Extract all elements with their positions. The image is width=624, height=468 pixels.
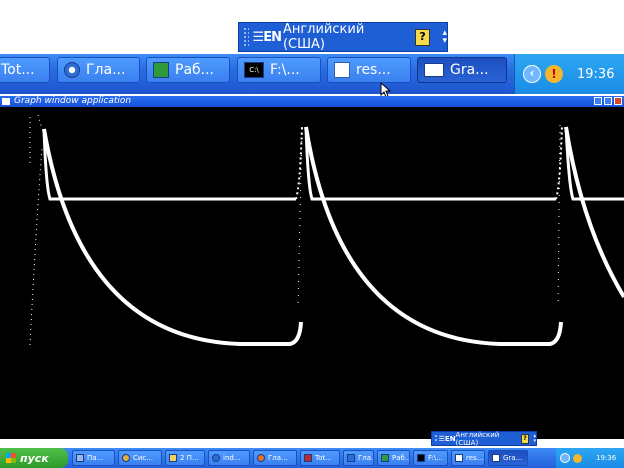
taskbar-button-label: Гла... <box>86 62 126 78</box>
taskbar-button-label: 2 П... <box>180 454 199 462</box>
taskbar-button-label: ind... <box>223 454 241 462</box>
taskbar-button-label: Tot... <box>1 62 35 78</box>
graph-window-titlebar[interactable]: Graph window application <box>0 96 624 107</box>
taskbar-button[interactable]: ind... <box>208 450 250 466</box>
taskbar-button[interactable]: Tot... <box>300 450 340 466</box>
taskbar-button-label: res... <box>466 454 484 462</box>
folder-icon <box>76 454 84 462</box>
taskbar-button-label: F:\... <box>270 62 300 78</box>
language-label[interactable]: Английский (США) <box>283 22 401 52</box>
language-label[interactable]: Английский (США) <box>456 431 516 447</box>
excel-icon <box>381 454 389 462</box>
maximize-button[interactable] <box>604 97 612 105</box>
taskbar-button[interactable]: F:\... <box>413 450 448 466</box>
windows-logo-icon <box>6 453 16 463</box>
taskbar-button-label: Сис... <box>133 454 153 462</box>
clock[interactable]: 19:36 <box>596 454 616 462</box>
en-indicator: ☰EN <box>252 29 282 45</box>
console-icon <box>417 454 425 462</box>
taskbar-button[interactable]: res... <box>451 450 485 466</box>
taskbar-button-label: Gra... <box>503 454 523 462</box>
console-icon: C:\ <box>244 62 264 78</box>
start-button[interactable]: пуск <box>0 448 68 468</box>
taskbar-button[interactable]: Гла... <box>343 450 374 466</box>
waveform-trace <box>29 114 624 346</box>
browser-icon <box>347 454 355 462</box>
security-alert-icon[interactable]: ! <box>545 65 563 83</box>
taskbar-button-graph[interactable]: Gra... <box>417 57 507 83</box>
language-bar[interactable]: ☰EN Английский (США) ? ▴ ▾ <box>238 22 448 52</box>
taskbar-button[interactable]: Gra... <box>488 450 528 466</box>
taskbar-button[interactable]: Раб... <box>377 450 410 466</box>
word-icon <box>334 62 350 78</box>
window-app-icon <box>2 98 10 105</box>
taskbar-button-label: Tot... <box>315 454 332 462</box>
taskbar-button[interactable]: 2 П... <box>165 450 205 466</box>
taskbar-button-label: Gra... <box>450 62 489 78</box>
taskbar-button-label: res... <box>356 62 391 78</box>
taskbar-button[interactable]: Гла... <box>253 450 297 466</box>
close-button[interactable] <box>614 97 622 105</box>
folder-group-icon <box>169 454 177 462</box>
chevron-icon[interactable]: ▴ ▾ <box>533 433 536 444</box>
taskbar-button-browser[interactable]: Гла... <box>57 57 140 83</box>
taskbar-button-console[interactable]: C:\ F:\... <box>237 57 321 83</box>
grip-handle[interactable] <box>243 27 249 47</box>
taskbar-bottom: пуск Па... Сис... 2 П... ind... Гла... T… <box>0 448 624 468</box>
taskbar-button-label: Раб... <box>392 454 410 462</box>
taskbar-button-total[interactable]: Tot... <box>0 57 50 83</box>
browser-icon <box>212 454 220 462</box>
taskbar-button-label: Па... <box>87 454 104 462</box>
taskbar-button-label: F:\... <box>428 454 443 462</box>
taskbar-button-label: Гла... <box>268 454 288 462</box>
language-bar-bottom[interactable]: ☰EN Английский (США) ? ▴ ▾ <box>431 431 537 447</box>
taskbar-button[interactable]: Па... <box>72 450 115 466</box>
start-label: пуск <box>20 451 49 465</box>
system-icon <box>122 454 130 462</box>
word-icon <box>455 454 463 462</box>
window-title: Graph window application <box>14 96 132 106</box>
en-indicator: ☰EN <box>438 434 456 443</box>
taskbar-button-label: Гла... <box>358 454 374 462</box>
taskbar-button-excel[interactable]: Раб... <box>146 57 230 83</box>
taskbar-top: Tot... Гла... Раб... C:\ F:\... res... G… <box>0 54 624 98</box>
system-tray: ‹ ! 19:36 <box>514 54 624 94</box>
waveform-plot <box>29 114 624 346</box>
excel-icon <box>153 62 169 78</box>
expand-tray-icon[interactable]: ‹ <box>523 65 541 83</box>
expand-tray-icon[interactable] <box>560 453 570 463</box>
security-alert-icon[interactable] <box>573 453 582 463</box>
graph-window-icon <box>492 454 500 462</box>
help-icon[interactable]: ? <box>520 433 530 444</box>
minimize-button[interactable] <box>594 97 602 105</box>
browser-icon <box>64 62 80 78</box>
graph-canvas <box>0 107 624 439</box>
graph-window-icon <box>424 63 444 77</box>
browser-icon <box>257 454 265 462</box>
help-icon[interactable]: ? <box>414 28 431 46</box>
clock[interactable]: 19:36 <box>577 67 614 82</box>
total-commander-icon <box>304 454 312 462</box>
taskbar-button-label: Раб... <box>175 62 215 78</box>
chevron-icon[interactable]: ▴ ▾ <box>442 29 447 46</box>
grip-handle[interactable] <box>434 433 437 444</box>
taskbar-button[interactable]: Сис... <box>118 450 162 466</box>
taskbar-button-word[interactable]: res... <box>327 57 411 83</box>
system-tray: 19:36 <box>556 448 624 468</box>
